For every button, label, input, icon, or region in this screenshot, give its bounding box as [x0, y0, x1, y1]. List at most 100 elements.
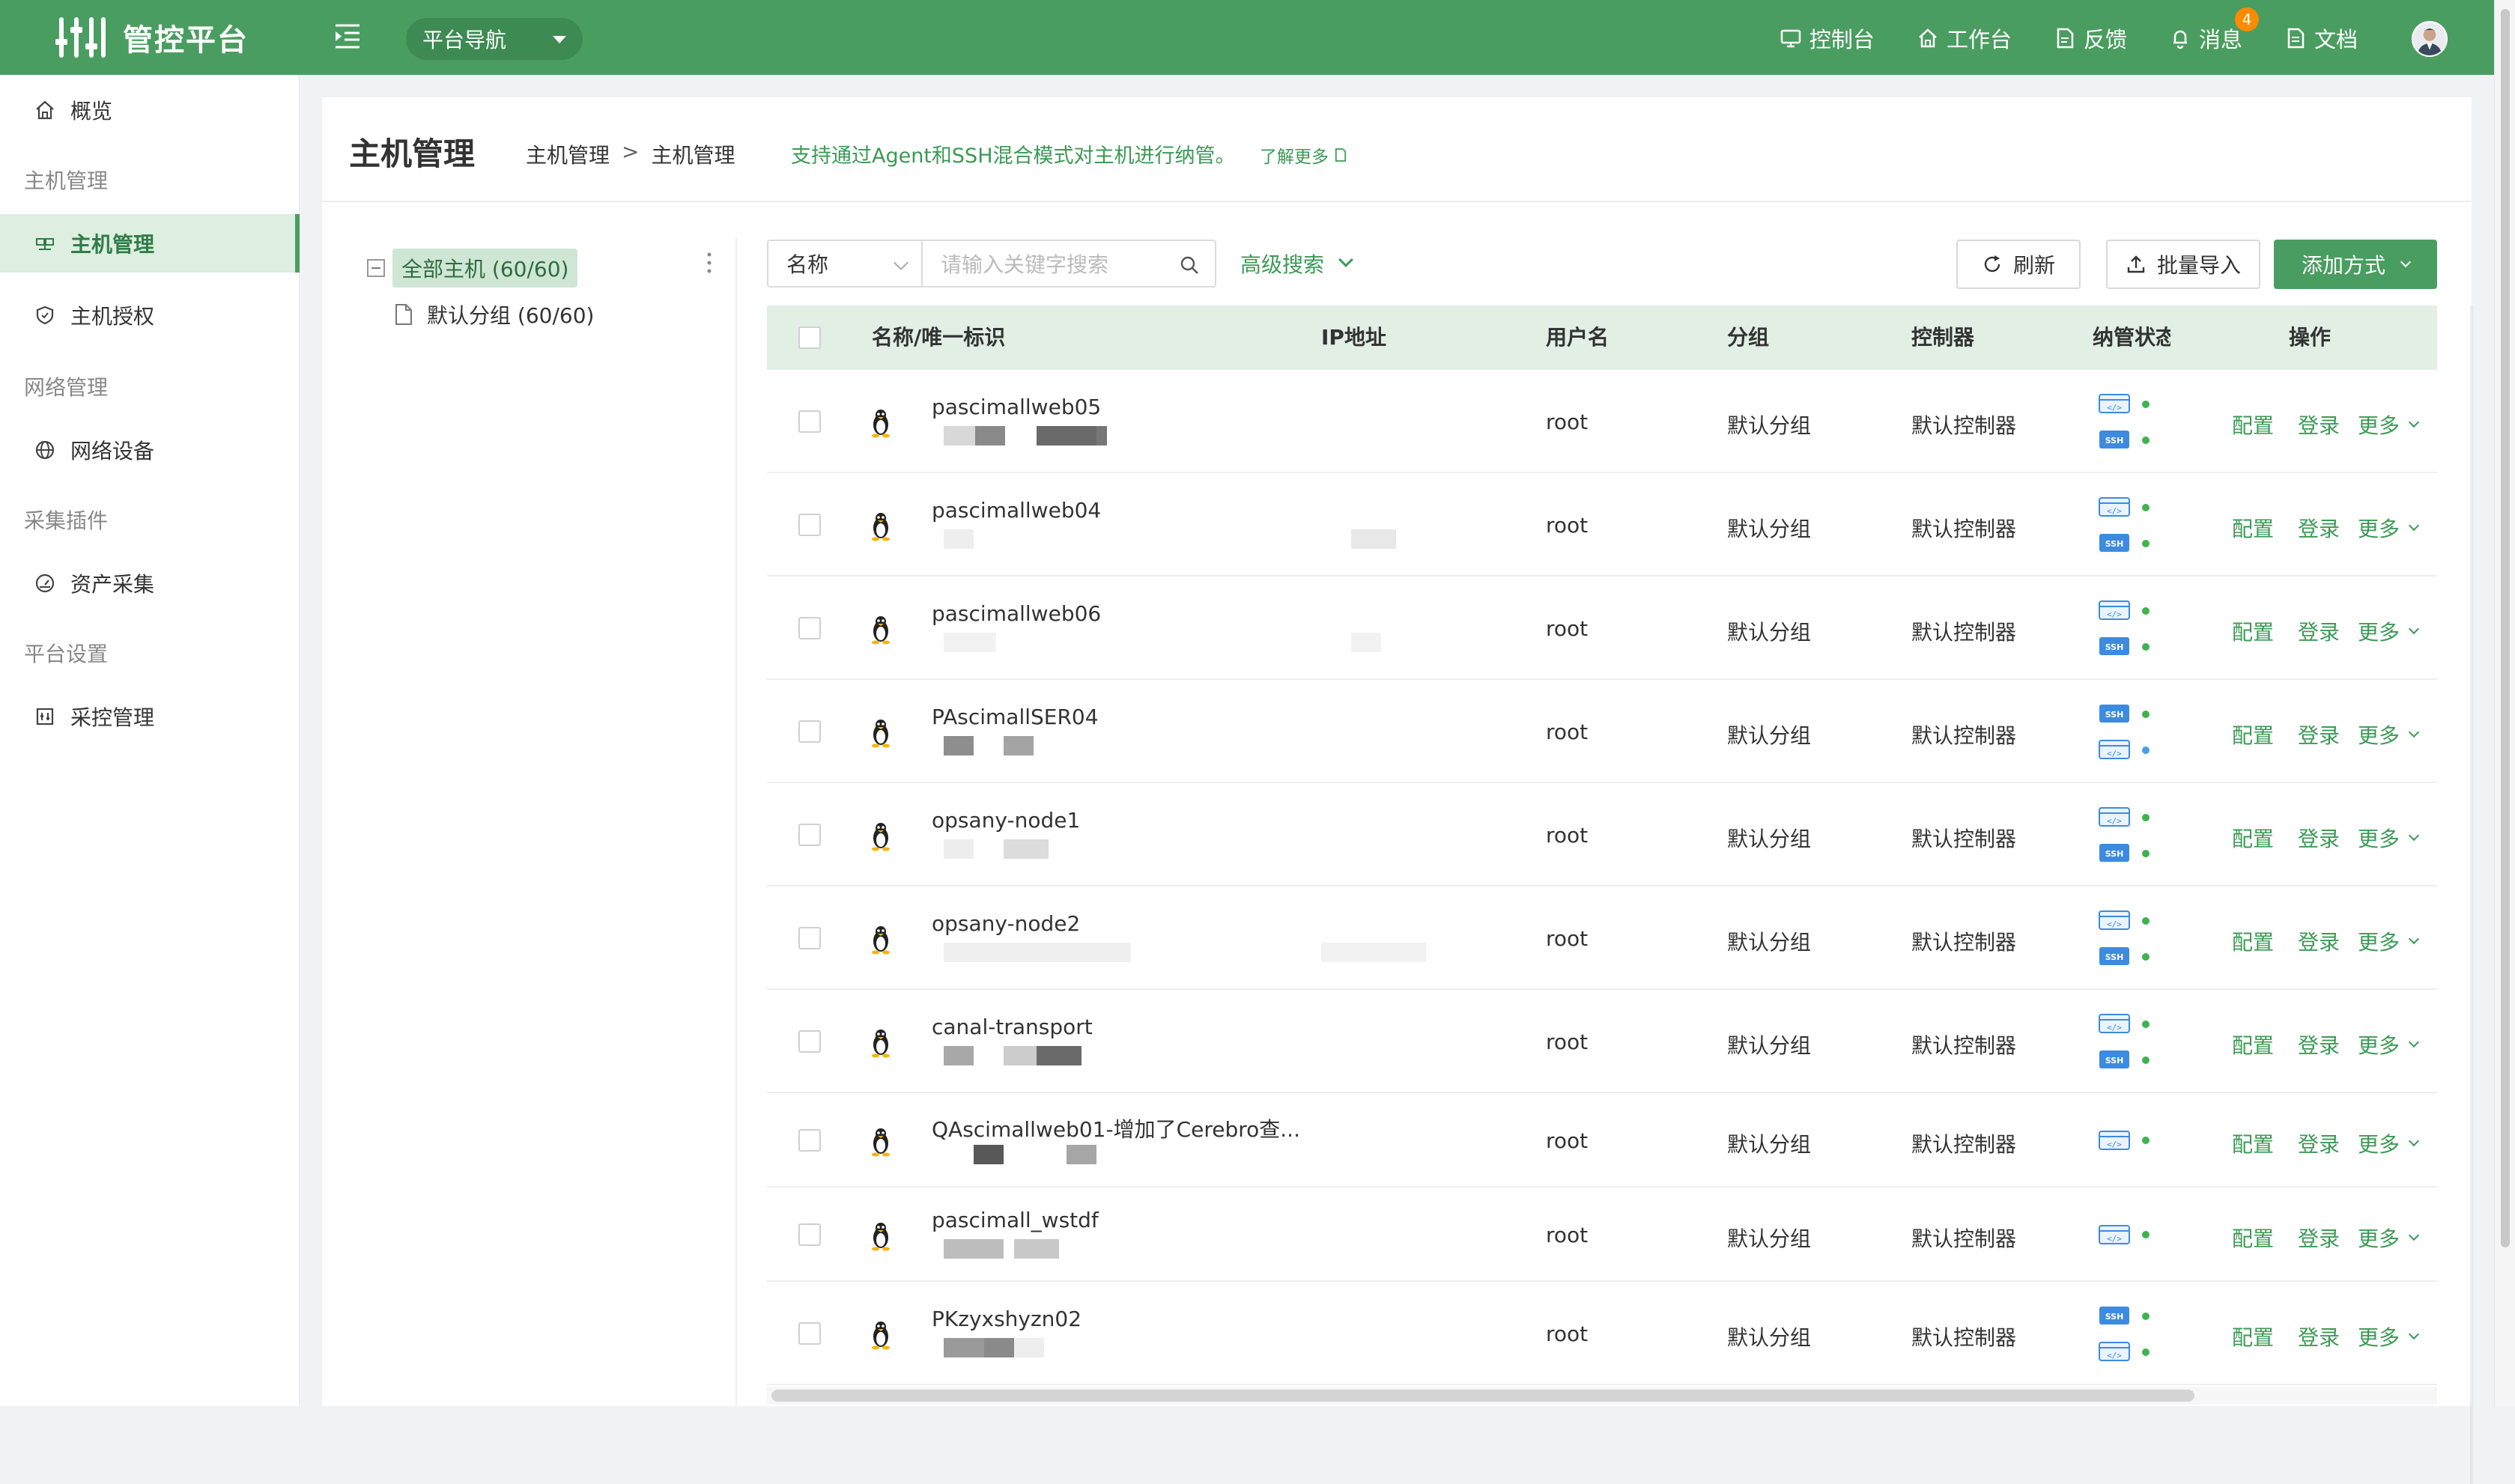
table-row[interactable]: pascimallweb04 root 默认分组 默认控制器 </> SSH 配置 登录 更多: [767, 473, 2437, 577]
tree-collapse-icon[interactable]: [367, 259, 385, 277]
nav-docs[interactable]: 文档: [2284, 22, 2358, 54]
login-button[interactable]: 登录: [2298, 513, 2340, 543]
kebab-menu-icon[interactable]: [707, 252, 712, 274]
sidebar-item-network-devices[interactable]: 网络设备: [0, 421, 300, 479]
more-dropdown[interactable]: 更多: [2358, 926, 2420, 956]
config-button[interactable]: 配置: [2232, 926, 2274, 956]
host-name[interactable]: pascimallweb04: [932, 498, 1101, 523]
more-dropdown[interactable]: 更多: [2358, 410, 2420, 440]
config-button[interactable]: 配置: [2232, 1030, 2274, 1059]
sidebar-item-overview[interactable]: 概览: [0, 81, 300, 139]
more-dropdown[interactable]: 更多: [2358, 1030, 2420, 1059]
host-name[interactable]: pascimallweb05: [932, 395, 1101, 419]
host-name[interactable]: PKzyxshyzn02: [932, 1307, 1081, 1331]
nav-messages[interactable]: 消息 4: [2169, 7, 2259, 54]
page-vertical-scrollbar[interactable]: [2494, 0, 2515, 1406]
config-button[interactable]: 配置: [2232, 513, 2274, 543]
host-name[interactable]: pascimall_wstdf: [932, 1208, 1099, 1232]
more-dropdown[interactable]: 更多: [2358, 616, 2420, 646]
host-name[interactable]: pascimallweb06: [932, 601, 1101, 626]
add-method-button[interactable]: 添加方式: [2274, 240, 2437, 289]
linux-penguin-icon: [869, 1320, 893, 1350]
host-name[interactable]: QAscimallweb01-增加了Cerebro查...: [932, 1113, 1300, 1143]
nav-console[interactable]: 控制台: [1780, 22, 1875, 54]
login-button[interactable]: 登录: [2298, 1128, 2340, 1158]
search-icon[interactable]: [1179, 255, 1200, 276]
table-row[interactable]: pascimallweb05 root 默认分组 默认控制器 </> SSH 配置 登录 更多: [767, 370, 2437, 473]
row-checkbox[interactable]: [798, 1322, 821, 1345]
svg-text:SSH: SSH: [2105, 849, 2124, 859]
table-row[interactable]: QAscimallweb01-增加了Cerebro查... root 默认分组 默认控…: [767, 1093, 2437, 1187]
table-row[interactable]: PKzyxshyzn02 root 默认分组 默认控制器 SSH </> 配置 登录 更多: [767, 1282, 2437, 1385]
row-checkbox[interactable]: [798, 1129, 821, 1152]
advanced-search-toggle[interactable]: 高级搜索: [1240, 249, 1353, 279]
table-row[interactable]: pascimallweb06 root 默认分组 默认控制器 </> SSH 配置 登录 更多: [767, 577, 2437, 680]
sidebar-item-host-auth[interactable]: 主机授权: [0, 286, 300, 344]
row-group: 默认分组: [1727, 620, 1812, 645]
login-button[interactable]: 登录: [2298, 823, 2340, 853]
page-scrollbar-thumb[interactable]: [2501, 9, 2510, 1247]
login-button[interactable]: 登录: [2298, 1223, 2340, 1253]
platform-nav-select[interactable]: 平台导航: [406, 18, 583, 60]
more-dropdown[interactable]: 更多: [2358, 823, 2420, 853]
row-checkbox[interactable]: [798, 1030, 821, 1053]
search-field-select[interactable]: 名称: [767, 240, 921, 288]
row-checkbox[interactable]: [798, 1223, 821, 1246]
table-row[interactable]: canal-transport root 默认分组 默认控制器 </> SSH 配置 登录 更多: [767, 990, 2437, 1093]
nav-feedback[interactable]: 反馈: [2054, 22, 2127, 54]
select-all-checkbox[interactable]: [798, 326, 821, 349]
config-button[interactable]: 配置: [2232, 1223, 2274, 1253]
host-name[interactable]: opsany-node1: [932, 808, 1080, 833]
table-row[interactable]: PAscimallSER04 root 默认分组 默认控制器 SSH </> 配置 登录 更多: [767, 680, 2437, 783]
login-button[interactable]: 登录: [2298, 720, 2340, 749]
tree-node-all-hosts[interactable]: 全部主机 (60/60): [367, 249, 578, 288]
breadcrumb-item[interactable]: 主机管理: [526, 139, 610, 169]
host-name[interactable]: opsany-node2: [932, 911, 1080, 936]
tree-node-label[interactable]: 全部主机 (60/60): [392, 249, 578, 288]
row-checkbox[interactable]: [798, 514, 821, 536]
user-avatar[interactable]: [2412, 21, 2448, 57]
host-name[interactable]: canal-transport: [932, 1015, 1093, 1039]
refresh-button[interactable]: 刷新: [1956, 240, 2081, 289]
nav-workbench[interactable]: 工作台: [1917, 22, 2012, 54]
svg-text:SSH: SSH: [2105, 642, 2124, 652]
linux-penguin-icon: [869, 1221, 893, 1251]
status-dot: [2142, 1348, 2150, 1356]
learn-more-link[interactable]: 了解更多: [1260, 142, 1347, 168]
login-button[interactable]: 登录: [2298, 1030, 2340, 1059]
row-checkbox[interactable]: [798, 617, 821, 639]
sidebar-item-asset-collect[interactable]: 资产采集: [0, 554, 300, 612]
config-button[interactable]: 配置: [2232, 720, 2274, 749]
config-button[interactable]: 配置: [2232, 1128, 2274, 1158]
row-checkbox[interactable]: [798, 410, 821, 433]
login-button[interactable]: 登录: [2298, 616, 2340, 646]
sidebar-item-control-management[interactable]: 采控管理: [0, 687, 300, 746]
search-input[interactable]: 请输入关键字搜索: [921, 240, 1216, 288]
config-button[interactable]: 配置: [2232, 1322, 2274, 1351]
config-button[interactable]: 配置: [2232, 616, 2274, 646]
brand[interactable]: 管控平台: [55, 16, 249, 58]
table-horizontal-scrollbar[interactable]: [767, 1387, 2437, 1405]
sidebar-item-host-management[interactable]: 主机管理: [0, 214, 300, 273]
tree-node-default-group[interactable]: 默认分组 (60/60): [394, 299, 594, 329]
more-dropdown[interactable]: 更多: [2358, 513, 2420, 543]
table-row[interactable]: opsany-node1 root 默认分组 默认控制器 </> SSH 配置 登录 更多: [767, 783, 2437, 887]
table-row[interactable]: opsany-node2 root 默认分组 默认控制器 </> SSH 配置 登录 更多: [767, 887, 2437, 990]
host-name[interactable]: PAscimallSER04: [932, 705, 1099, 729]
login-button[interactable]: 登录: [2298, 410, 2340, 440]
menu-fold-icon[interactable]: [333, 21, 362, 51]
batch-import-button[interactable]: 批量导入: [2106, 240, 2260, 289]
row-checkbox[interactable]: [798, 720, 821, 743]
config-button[interactable]: 配置: [2232, 410, 2274, 440]
login-button[interactable]: 登录: [2298, 1322, 2340, 1351]
more-dropdown[interactable]: 更多: [2358, 720, 2420, 749]
table-scrollbar-thumb[interactable]: [771, 1390, 2194, 1402]
row-checkbox[interactable]: [798, 927, 821, 949]
login-button[interactable]: 登录: [2298, 926, 2340, 956]
more-dropdown[interactable]: 更多: [2358, 1223, 2420, 1253]
more-dropdown[interactable]: 更多: [2358, 1128, 2420, 1158]
config-button[interactable]: 配置: [2232, 823, 2274, 853]
row-checkbox[interactable]: [798, 824, 821, 846]
more-dropdown[interactable]: 更多: [2358, 1322, 2420, 1351]
table-row[interactable]: pascimall_wstdf root 默认分组 默认控制器 </> 配置 登录 更多: [767, 1187, 2437, 1282]
